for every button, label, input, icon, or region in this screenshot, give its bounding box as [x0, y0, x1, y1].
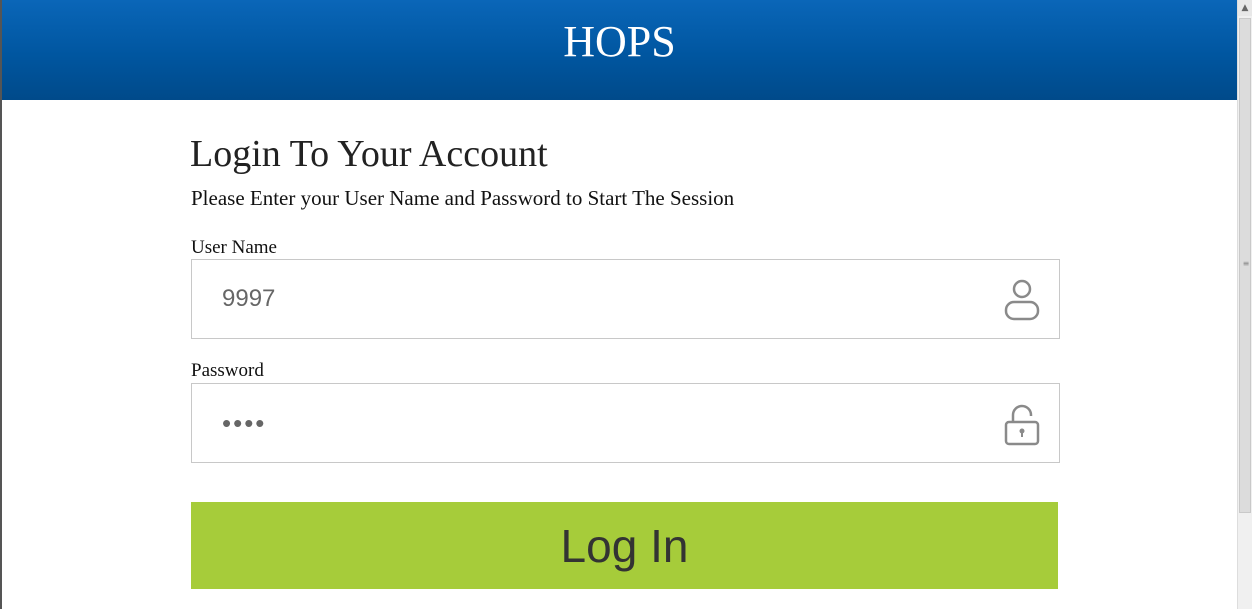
scroll-grip-icon: ≡ [1242, 259, 1250, 268]
login-page: HOPS Login To Your Account Please Enter … [0, 0, 1237, 609]
login-button[interactable]: Log In [191, 502, 1058, 589]
password-field[interactable] [191, 383, 1060, 463]
username-field[interactable] [191, 259, 1060, 339]
app-title: HOPS [563, 17, 676, 66]
username-input[interactable] [222, 260, 982, 338]
password-input[interactable] [222, 384, 982, 462]
user-icon [1004, 279, 1040, 321]
username-label: User Name [191, 237, 277, 258]
login-subtitle: Please Enter your User Name and Password… [191, 186, 735, 210]
app-header: HOPS [2, 0, 1237, 100]
login-title: Login To Your Account [190, 133, 548, 175]
password-label: Password [191, 360, 264, 381]
scroll-up-arrow-icon[interactable]: ▲ [1238, 0, 1252, 16]
scroll-thumb[interactable]: ≡ [1239, 18, 1251, 513]
unlock-icon [1004, 404, 1040, 446]
vertical-scrollbar[interactable]: ▲ ≡ [1237, 0, 1252, 609]
